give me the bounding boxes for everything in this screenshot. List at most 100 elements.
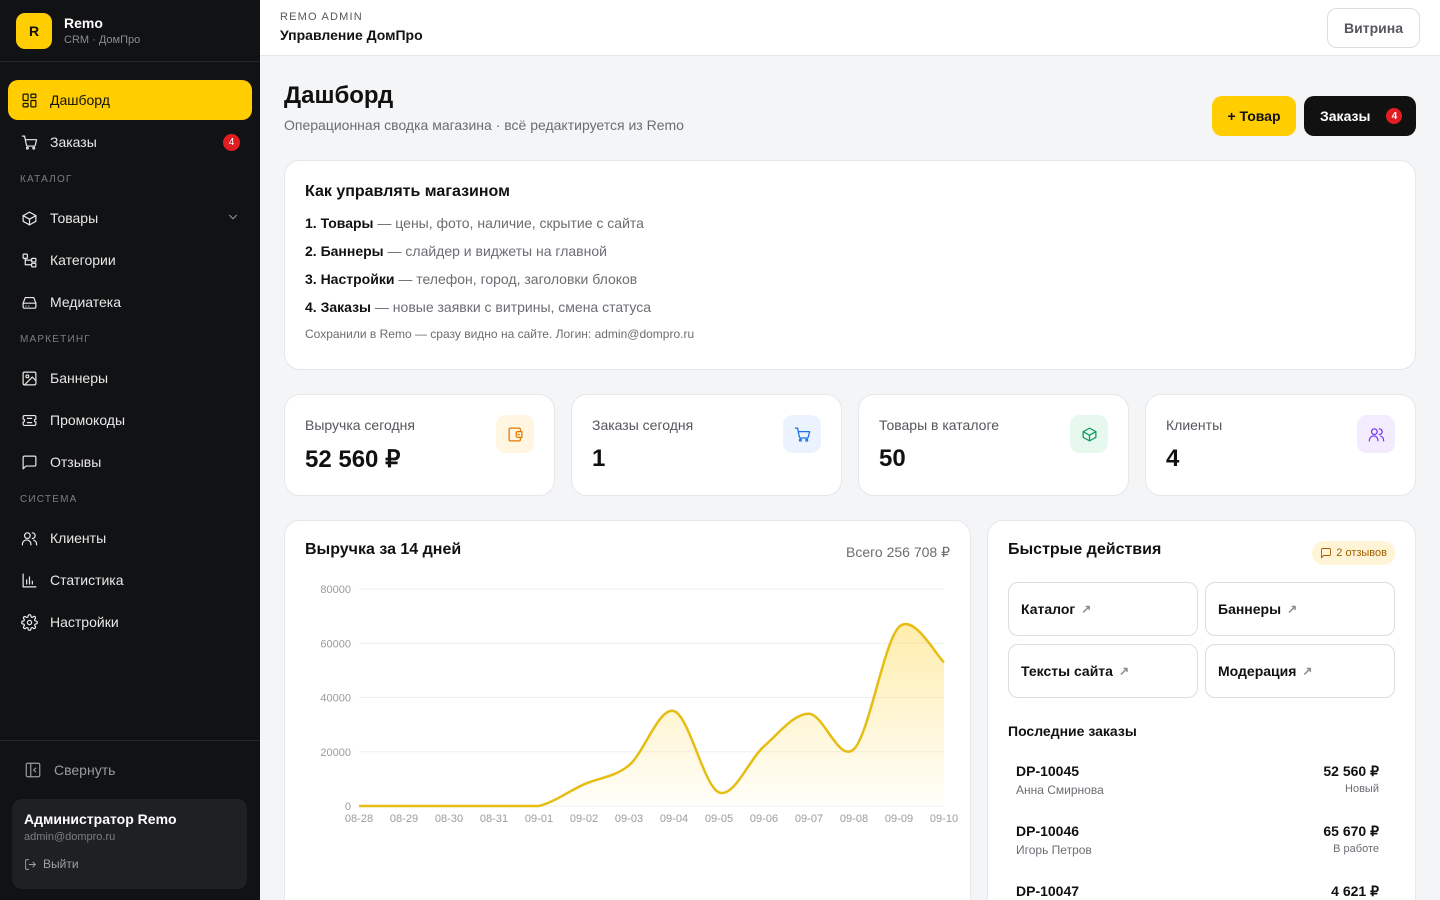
quick-action-banners[interactable]: Баннеры ↗ [1205, 582, 1395, 636]
section-catalog: КАТАЛОГ [20, 174, 73, 185]
recent-orders-title: Последние заказы [1008, 723, 1137, 739]
user-name: Администратор Remo [24, 811, 177, 827]
howto-note: Сохранили в Remo — сразу видно на сайте.… [305, 327, 695, 341]
howto-title: Как управлять магазином [305, 183, 510, 200]
sidebar-item-media[interactable]: Медиатека [8, 282, 252, 322]
topbar-kicker: REMO ADMIN [280, 11, 363, 23]
order-row[interactable]: DP-10046 Игорь Петров 65 670 ₽ В работе [1016, 823, 1379, 867]
quick-action-label: Каталог [1021, 601, 1076, 617]
arrow-up-right-icon: ↗ [1081, 602, 1092, 616]
stat-card-revenue: Выручка сегодня 52 560 ₽ [284, 394, 555, 496]
message-icon [20, 453, 38, 471]
x-tick-label: 08-28 [345, 813, 373, 825]
sidebar-item-label: Статистика [50, 572, 124, 588]
quick-action-label: Тексты сайта [1021, 663, 1113, 679]
x-tick-label: 09-09 [885, 813, 913, 825]
sidebar-item-clients[interactable]: Клиенты [8, 518, 252, 558]
wallet-icon [496, 415, 534, 453]
sidebar-item-label: Клиенты [50, 530, 107, 546]
quick-actions-card: Быстрые действия 2 отзывов Каталог ↗ Банн… [987, 520, 1416, 900]
quick-action-moderation[interactable]: Модерация ↗ [1205, 644, 1395, 698]
image-icon [20, 369, 38, 387]
topbar-title: Управление ДомПро [280, 27, 423, 43]
x-tick-label: 09-06 [750, 813, 778, 825]
users-icon [20, 529, 38, 547]
brand-subtitle: CRM · ДомПро [64, 34, 141, 46]
sidebar-item-products[interactable]: Товары [8, 198, 252, 238]
brand-name: Remo [64, 15, 103, 31]
logout-label: Выйти [43, 857, 79, 871]
order-row[interactable]: DP-10045 Анна Смирнова 52 560 ₽ Новый [1016, 763, 1379, 807]
sidebar-item-label: Отзывы [50, 454, 102, 470]
logo: R [16, 12, 52, 49]
sidebar-item-reviews[interactable]: Отзывы [8, 442, 252, 482]
orders-button-badge: 4 [1386, 108, 1403, 124]
order-status: Новый [1345, 783, 1379, 795]
chevron-down-icon[interactable] [226, 210, 240, 224]
tree-icon [20, 251, 38, 269]
revenue-chart: 0 20000 40000 60000 80000 08-28 08-29 08-30 08-3… [320, 584, 958, 825]
topbar: REMO ADMIN Управление ДомПро Витрина [260, 0, 1440, 56]
quick-action-catalog[interactable]: Каталог ↗ [1008, 582, 1198, 636]
orders-button[interactable]: Заказы 4 [1304, 96, 1416, 136]
cart-icon [20, 133, 38, 151]
arrow-up-right-icon: ↗ [1287, 602, 1298, 616]
reviews-badge[interactable]: 2 отзывов [1312, 541, 1395, 565]
box-icon [20, 209, 38, 227]
gear-icon [20, 613, 38, 631]
box-icon [1070, 415, 1108, 453]
order-id: DP-10047 [1016, 883, 1080, 899]
sidebar-item-statistics[interactable]: Статистика [8, 560, 252, 600]
storefront-button[interactable]: Витрина [1327, 8, 1420, 48]
sidebar-item-dashboard[interactable]: Дашборд [8, 80, 252, 120]
order-sum: 52 560 ₽ [1323, 763, 1379, 779]
orders-count-badge: 4 [223, 134, 240, 151]
x-tick-label: 09-08 [840, 813, 868, 825]
revenue-chart-card: Выручка за 14 дней Всего 256 708 ₽ 0 2000… [284, 520, 971, 900]
howto-step-desc: — цены, фото, наличие, скрытие с сайта [373, 215, 644, 231]
sidebar-collapse-icon [25, 762, 41, 778]
sidebar-item-settings[interactable]: Настройки [8, 602, 252, 642]
add-product-button[interactable]: + Товар [1212, 96, 1296, 136]
x-tick-label: 09-04 [660, 813, 688, 825]
cart-icon [783, 415, 821, 453]
order-customer: Игорь Петров [1016, 843, 1092, 857]
howto-step: 4. Заказы — новые заявки с витрины, смен… [305, 297, 1395, 325]
quick-action-label: Баннеры [1218, 601, 1282, 617]
brand: R Remo CRM · ДомПро [0, 0, 260, 62]
section-system: СИСТЕМА [20, 494, 78, 505]
y-tick-label: 60000 [320, 638, 351, 650]
sidebar-item-promocodes[interactable]: Промокоды [8, 400, 252, 440]
howto-step-name: 1. Товары [305, 215, 374, 231]
collapse-button[interactable]: Свернуть [0, 741, 260, 799]
sidebar-item-label: Медиатека [50, 294, 122, 310]
section-marketing: МАРКЕТИНГ [20, 334, 91, 345]
y-tick-label: 40000 [320, 693, 351, 705]
arrow-up-right-icon: ↗ [1302, 664, 1313, 678]
users-icon [1357, 415, 1395, 453]
quick-action-label: Модерация [1218, 663, 1297, 679]
howto-step-desc: — слайдер и виджеты на главной [383, 243, 607, 259]
stat-card-orders: Заказы сегодня 1 [571, 394, 842, 496]
sidebar-item-categories[interactable]: Категории [8, 240, 252, 280]
message-icon [1321, 548, 1332, 559]
bar-chart-icon [20, 571, 38, 589]
sidebar-item-label: Настройки [50, 614, 119, 630]
order-customer: Анна Смирнова [1016, 783, 1104, 797]
logout-button[interactable]: Выйти [24, 857, 235, 871]
user-email: admin@dompro.ru [24, 831, 116, 843]
sidebar-item-orders[interactable]: Заказы 4 [8, 122, 252, 162]
x-tick-label: 08-29 [390, 813, 418, 825]
quick-action-site-texts[interactable]: Тексты сайта ↗ [1008, 644, 1198, 698]
order-sum: 65 670 ₽ [1323, 823, 1379, 839]
sidebar-footer: Свернуть Администратор Remo admin@dompro… [0, 740, 260, 900]
sidebar-item-banners[interactable]: Баннеры [8, 358, 252, 398]
orders-button-label: Заказы [1320, 108, 1371, 124]
stat-card-products: Товары в каталоге 50 [858, 394, 1129, 496]
sidebar-item-label: Промокоды [50, 412, 126, 428]
ticket-icon [20, 411, 38, 429]
order-row[interactable]: DP-10047 4 621 ₽ [1016, 883, 1379, 900]
howto-step-desc: — телефон, город, заголовки блоков [394, 271, 638, 287]
howto-step: 3. Настройки — телефон, город, заголовки… [305, 269, 1395, 297]
sidebar-item-label: Баннеры [50, 370, 109, 386]
